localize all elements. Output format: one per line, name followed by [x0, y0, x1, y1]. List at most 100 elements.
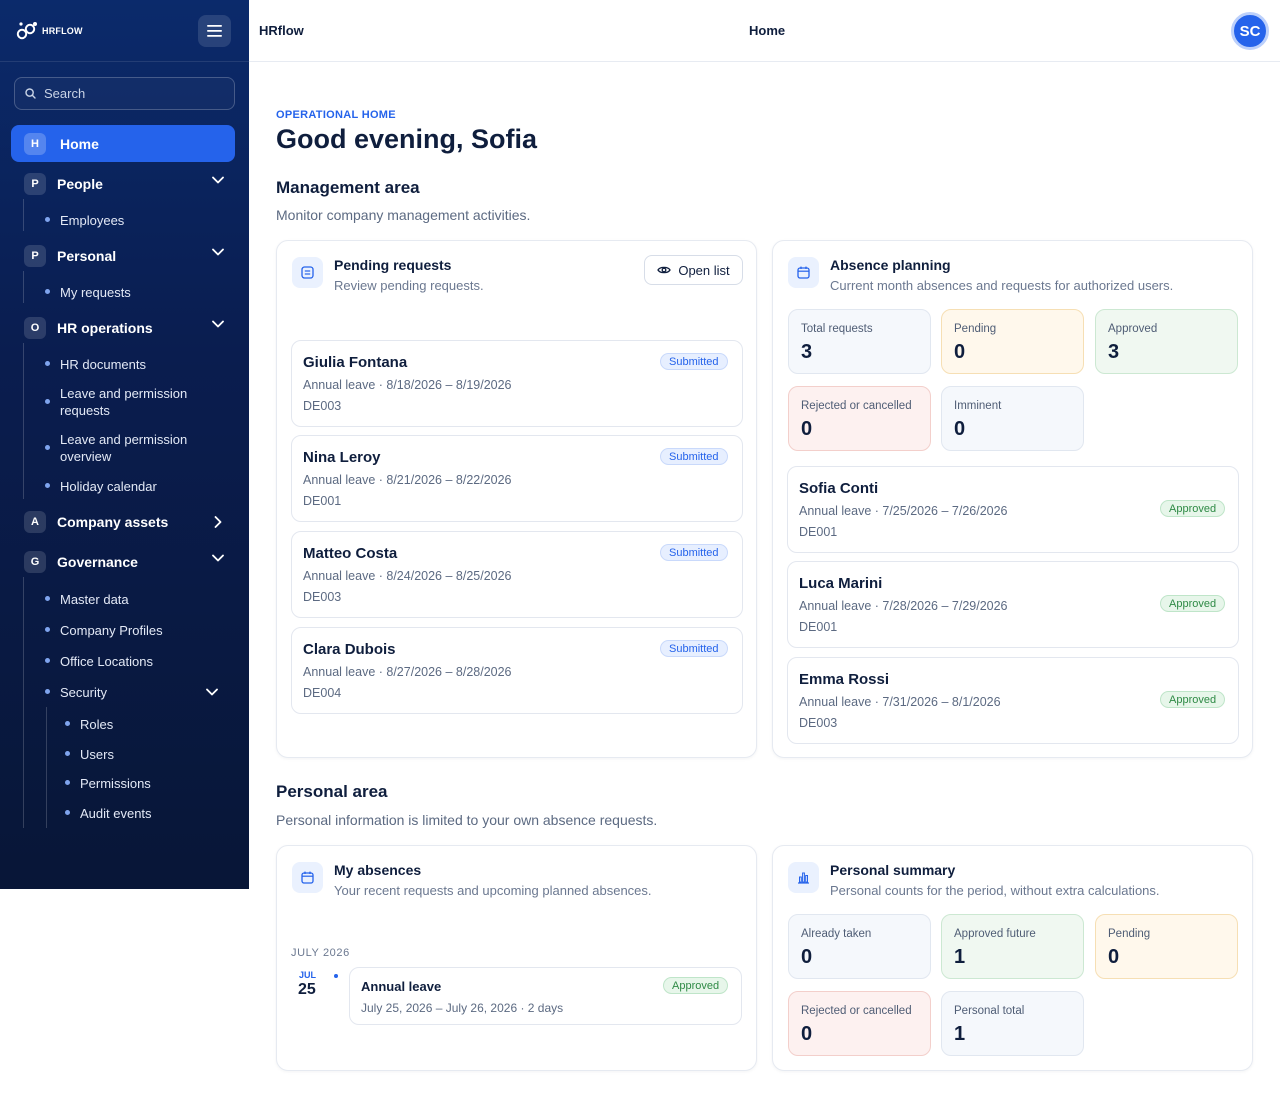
- absence-details: Annual leave · 7/28/2026 – 7/29/2026: [799, 599, 1008, 613]
- governance-letter-badge: G: [24, 551, 46, 573]
- sidebar-item-my-requests[interactable]: My requests: [60, 284, 131, 301]
- sidebar-group-hr-operations[interactable]: O HR operations: [24, 316, 224, 340]
- request-item[interactable]: Clara Dubois Annual leave · 8/27/2026 – …: [291, 627, 743, 714]
- absence-item[interactable]: Emma Rossi Annual leave · 7/31/2026 – 8/…: [787, 657, 1239, 744]
- stat-value: 1: [954, 1023, 966, 1045]
- bullet-icon: [45, 596, 50, 601]
- sidebar-item-users[interactable]: Users: [80, 746, 114, 763]
- management-area-subtitle: Monitor company management activities.: [276, 207, 531, 223]
- eye-icon: [657, 266, 672, 274]
- sidebar-item-office-locations[interactable]: Office Locations: [60, 653, 153, 670]
- personal-area-title: Personal area: [276, 782, 388, 801]
- tree-line: [46, 707, 47, 828]
- bullet-icon: [65, 751, 70, 756]
- stat-value: 0: [801, 946, 813, 968]
- sidebar-item-audit-events[interactable]: Audit events: [80, 805, 152, 822]
- bullet-icon: [45, 658, 50, 663]
- card-title: Absence planning: [830, 257, 951, 273]
- absence-code: DE001: [799, 620, 838, 634]
- sidebar-item-permissions[interactable]: Permissions: [80, 775, 151, 792]
- bullet-icon: [45, 627, 50, 632]
- request-code: DE003: [303, 590, 342, 604]
- sidebar-group-label: Personal: [57, 248, 117, 264]
- timeline-dot-icon: [334, 974, 338, 978]
- request-name: Giulia Fontana: [303, 354, 408, 371]
- request-item[interactable]: Matteo Costa Annual leave · 8/24/2026 – …: [291, 531, 743, 618]
- status-badge: Submitted: [660, 448, 728, 465]
- request-name: Matteo Costa: [303, 545, 398, 562]
- bullet-icon: [45, 361, 50, 366]
- request-name: Clara Dubois: [303, 641, 396, 658]
- logo-icon: [16, 21, 37, 39]
- card-title: Personal summary: [830, 862, 956, 878]
- management-area-title: Management area: [276, 178, 420, 197]
- absence-item[interactable]: Luca Marini Annual leave · 7/28/2026 – 7…: [787, 561, 1239, 648]
- bullet-icon: [65, 810, 70, 815]
- stat-label: Personal total: [954, 1005, 1025, 1017]
- timeline-month: JULY 2026: [291, 947, 350, 959]
- stat-label: Pending: [954, 323, 997, 335]
- absence-name: Luca Marini: [799, 575, 883, 592]
- sidebar-item-security[interactable]: Security: [60, 684, 107, 701]
- absence-code: DE001: [799, 525, 838, 539]
- sidebar-item-holiday-calendar[interactable]: Holiday calendar: [60, 478, 157, 495]
- stat-already-taken: Already taken 0: [788, 914, 931, 979]
- app-name: HRflow: [259, 23, 304, 38]
- my-absence-item[interactable]: Annual leave July 25, 2026 – July 26, 20…: [349, 967, 742, 1025]
- stat-approved-future: Approved future 1: [941, 914, 1084, 979]
- request-details: Annual leave · 8/24/2026 – 8/25/2026: [303, 569, 512, 583]
- user-avatar[interactable]: SC: [1231, 12, 1269, 50]
- request-code: DE001: [303, 494, 342, 508]
- sidebar-item-employees[interactable]: Employees: [60, 212, 124, 229]
- request-item[interactable]: Giulia Fontana Annual leave · 8/18/2026 …: [291, 340, 743, 427]
- stat-value: 0: [954, 418, 966, 440]
- absence-name: Sofia Conti: [799, 480, 879, 497]
- sidebar-group-people[interactable]: P People: [24, 172, 224, 196]
- logo[interactable]: HRFLOW: [16, 20, 83, 42]
- stat-label: Imminent: [954, 400, 1002, 412]
- personal-area-subtitle: Personal information is limited to your …: [276, 812, 658, 828]
- card-subtitle: Current month absences and requests for …: [830, 278, 1174, 293]
- sidebar-header: HRFLOW: [0, 0, 249, 62]
- sidebar-item-home[interactable]: H Home: [11, 125, 235, 162]
- search-icon: [25, 88, 36, 99]
- stat-value: 0: [801, 418, 813, 440]
- home-letter-badge: H: [24, 132, 46, 155]
- chevron-down-icon: [212, 320, 224, 328]
- absence-item[interactable]: Sofia Conti Annual leave · 7/25/2026 – 7…: [787, 466, 1239, 553]
- stat-label: Rejected or cancelled: [801, 400, 912, 412]
- sidebar-item-hr-documents[interactable]: HR documents: [60, 356, 146, 373]
- status-badge: Approved: [1160, 500, 1226, 517]
- stat-value: 3: [1108, 341, 1120, 363]
- stat-pending: Pending 0: [1095, 914, 1238, 979]
- stat-label: Rejected or cancelled: [801, 1005, 912, 1017]
- sidebar-group-label: Governance: [57, 554, 138, 570]
- absence-title: Annual leave: [361, 979, 442, 994]
- sidebar-item-roles[interactable]: Roles: [80, 716, 113, 733]
- absence-planning-card: Absence planning Current month absences …: [772, 240, 1253, 758]
- page-title: Home: [749, 23, 786, 38]
- stat-value: 1: [954, 946, 966, 968]
- menu-toggle-button[interactable]: [198, 14, 231, 47]
- sidebar-group-company-assets[interactable]: A Company assets: [24, 510, 224, 534]
- request-details: Annual leave · 8/21/2026 – 8/22/2026: [303, 473, 512, 487]
- chevron-down-icon: [212, 176, 224, 184]
- sidebar-item-leave-overview[interactable]: Leave and permission overview: [60, 431, 200, 465]
- status-badge: Approved: [663, 977, 729, 994]
- open-list-button[interactable]: Open list: [644, 255, 743, 285]
- sidebar-group-personal[interactable]: P Personal: [24, 244, 224, 268]
- request-item[interactable]: Nina Leroy Annual leave · 8/21/2026 – 8/…: [291, 435, 743, 522]
- sidebar-group-governance[interactable]: G Governance: [24, 550, 224, 574]
- search-input[interactable]: Search: [14, 77, 235, 110]
- sidebar-item-master-data[interactable]: Master data: [60, 591, 129, 608]
- sidebar-item-company-profiles[interactable]: Company Profiles: [60, 622, 163, 639]
- status-badge: Submitted: [660, 640, 728, 657]
- document-icon: [292, 257, 323, 288]
- personal-letter-badge: P: [24, 245, 46, 267]
- sidebar-group-label: HR operations: [57, 320, 153, 336]
- chevron-down-icon[interactable]: [206, 688, 218, 696]
- sidebar: HRFLOW Search H Home P People Employees …: [0, 0, 249, 889]
- sidebar-item-leave-requests[interactable]: Leave and permission requests: [60, 385, 200, 419]
- stat-value: 0: [801, 1023, 813, 1045]
- timeline-day: 25: [298, 981, 316, 998]
